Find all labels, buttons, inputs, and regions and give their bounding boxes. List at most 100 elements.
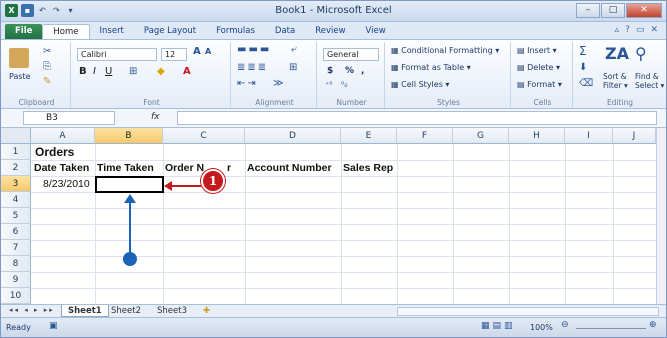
format-cells-button[interactable]: ▤ Format ▾ xyxy=(517,80,562,89)
row-header-6[interactable]: 6 xyxy=(1,224,31,240)
zoom-slider[interactable] xyxy=(576,328,646,329)
column-header-h[interactable]: H xyxy=(509,128,565,144)
zoom-out-icon[interactable]: ⊖ xyxy=(561,320,569,330)
italic-icon[interactable]: I xyxy=(93,66,96,77)
row-header-8[interactable]: 8 xyxy=(1,256,31,272)
cut-icon[interactable]: ✂ xyxy=(43,46,51,57)
sort-filter-icon[interactable]: ZA xyxy=(605,44,629,63)
cell-a2[interactable]: Date Taken xyxy=(34,162,89,174)
merge-center-icon[interactable]: ⊞ xyxy=(289,62,297,73)
tab-data[interactable]: Data xyxy=(265,24,305,39)
fx-icon[interactable]: fx xyxy=(151,112,160,122)
column-header-j[interactable]: J xyxy=(613,128,656,144)
sheet-tab-3[interactable]: Sheet3 xyxy=(151,305,193,317)
find-select-label[interactable]: Find & Select ▾ xyxy=(635,72,664,90)
delete-cells-button[interactable]: ▤ Delete ▾ xyxy=(517,63,560,72)
conditional-formatting-button[interactable]: ▦ Conditional Formatting ▾ xyxy=(391,46,499,55)
autosum-icon[interactable]: Σ xyxy=(579,44,587,58)
column-header-f[interactable]: F xyxy=(397,128,453,144)
shrink-font-icon[interactable]: A xyxy=(205,47,211,56)
zoom-level[interactable]: 100% xyxy=(530,323,553,332)
insert-cells-button[interactable]: ▤ Insert ▾ xyxy=(517,46,557,55)
copy-icon[interactable]: ⎘ xyxy=(43,61,51,72)
worksheet-grid[interactable]: A B C D E F G H I J 1 2 3 4 5 6 7 8 9 10 xyxy=(1,128,666,304)
active-cell-b3[interactable] xyxy=(95,176,164,193)
row-header-9[interactable]: 9 xyxy=(1,272,31,288)
wrap-text-icon[interactable]: ⤶ xyxy=(291,44,297,55)
close-button[interactable]: ✕ xyxy=(626,3,662,18)
maximize-button[interactable]: □ xyxy=(601,3,625,18)
indent-icon[interactable]: ⇤⇥ xyxy=(237,78,258,89)
row-header-3[interactable]: 3 xyxy=(1,176,31,192)
vertical-scrollbar[interactable] xyxy=(656,128,666,304)
paste-label[interactable]: Paste xyxy=(9,72,31,81)
restore-icon[interactable]: ▭ xyxy=(636,25,645,35)
font-name-select[interactable]: Calibri xyxy=(77,48,157,61)
row-header-2[interactable]: 2 xyxy=(1,160,31,176)
select-all-corner[interactable] xyxy=(1,128,31,144)
bold-icon[interactable]: B xyxy=(79,66,87,77)
left-align-icon[interactable]: ≣≣≣ xyxy=(237,62,268,73)
column-header-d[interactable]: D xyxy=(245,128,341,144)
format-as-table-button[interactable]: ▦ Format as Table ▾ xyxy=(391,63,471,72)
underline-icon[interactable]: U xyxy=(105,66,112,77)
help-icon[interactable]: ? xyxy=(625,25,630,35)
cell-e2[interactable]: Sales Rep xyxy=(343,162,393,174)
view-buttons[interactable]: ▦▤▥ xyxy=(481,321,516,331)
cell-a3[interactable]: 8/23/2010 xyxy=(43,178,90,190)
orientation-icon[interactable]: ≫ xyxy=(273,78,283,89)
row-header-10[interactable]: 10 xyxy=(1,288,31,304)
top-align-icon[interactable]: ▬▬▬ xyxy=(237,44,271,55)
row-header-5[interactable]: 5 xyxy=(1,208,31,224)
clear-icon[interactable]: ⌫ xyxy=(579,78,593,89)
formula-input[interactable] xyxy=(177,111,657,125)
column-header-a[interactable]: A xyxy=(31,128,95,144)
increase-decimal-icon[interactable]: ⁺⁰ xyxy=(325,80,332,89)
column-header-b[interactable]: B xyxy=(95,128,163,144)
cell-c2-tail[interactable]: r xyxy=(227,162,231,174)
sort-filter-label[interactable]: Sort & Filter ▾ xyxy=(603,72,628,90)
column-header-i[interactable]: I xyxy=(565,128,613,144)
fill-color-icon[interactable]: ◆ xyxy=(157,66,165,77)
cell-styles-button[interactable]: ▦ Cell Styles ▾ xyxy=(391,80,449,89)
font-size-select[interactable]: 12 xyxy=(161,48,187,61)
row-header-7[interactable]: 7 xyxy=(1,240,31,256)
sheet-tab-1[interactable]: Sheet1 xyxy=(61,305,109,317)
column-header-g[interactable]: G xyxy=(453,128,509,144)
tab-view[interactable]: View xyxy=(356,24,396,39)
fill-icon[interactable]: ⬇ xyxy=(579,62,587,73)
tab-formulas[interactable]: Formulas xyxy=(206,24,265,39)
format-painter-icon[interactable]: ✎ xyxy=(43,76,51,87)
cell-a1[interactable]: Orders xyxy=(35,145,74,159)
grow-font-icon[interactable]: A xyxy=(193,46,201,57)
decrease-decimal-icon[interactable]: ⁰₀ xyxy=(341,80,347,89)
macro-record-icon[interactable]: ▣ xyxy=(49,321,58,331)
collapse-ribbon-icon[interactable]: ▵ xyxy=(615,25,620,35)
column-header-e[interactable]: E xyxy=(341,128,397,144)
comma-button[interactable]: , xyxy=(361,66,364,76)
borders-icon[interactable]: ⊞ xyxy=(129,66,137,77)
tab-file[interactable]: File xyxy=(5,24,43,39)
number-format-select[interactable]: General xyxy=(323,48,379,61)
find-select-icon[interactable]: ⚲ xyxy=(635,44,647,63)
sheet-tab-2[interactable]: Sheet2 xyxy=(105,305,147,317)
currency-button[interactable]: $ xyxy=(327,66,333,76)
cell-c2[interactable]: Order N xyxy=(165,162,204,174)
percent-button[interactable]: % xyxy=(345,66,354,76)
tab-insert[interactable]: Insert xyxy=(90,24,134,39)
minimize-button[interactable]: – xyxy=(576,3,600,18)
paste-icon[interactable] xyxy=(9,48,29,68)
horizontal-scrollbar[interactable] xyxy=(397,307,659,316)
zoom-in-icon[interactable]: ⊕ xyxy=(649,320,657,330)
tab-page-layout[interactable]: Page Layout xyxy=(134,24,206,39)
row-header-4[interactable]: 4 xyxy=(1,192,31,208)
tab-review[interactable]: Review xyxy=(305,24,355,39)
column-header-c[interactable]: C xyxy=(163,128,245,144)
font-color-icon[interactable]: A xyxy=(183,66,191,77)
insert-sheet-icon[interactable]: ✚ xyxy=(197,305,216,317)
row-header-1[interactable]: 1 xyxy=(1,144,31,160)
close-workbook-icon[interactable]: ✕ xyxy=(650,25,658,35)
tab-home[interactable]: Home xyxy=(42,24,90,39)
cell-b2[interactable]: Time Taken xyxy=(97,162,154,174)
name-box[interactable]: B3 xyxy=(23,111,115,125)
